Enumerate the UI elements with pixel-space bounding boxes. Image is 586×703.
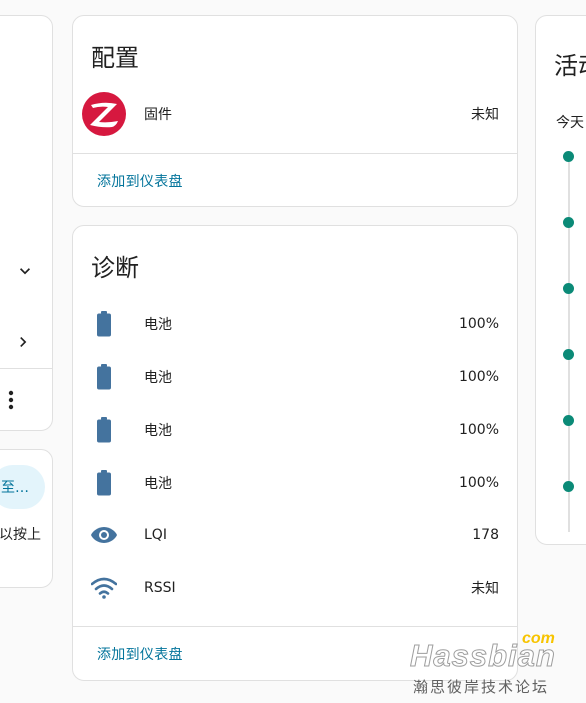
chevron-right-icon[interactable] <box>13 332 33 352</box>
device-info-card <box>0 15 53 431</box>
watermark: com Hassbian 瀚思彼岸技术论坛 <box>410 630 580 700</box>
battery-row[interactable]: 电池 100% <box>73 350 517 403</box>
more-vertical-icon[interactable] <box>7 389 15 411</box>
row-value: 178 <box>472 526 499 543</box>
card-divider <box>73 626 517 627</box>
card-divider <box>73 153 517 154</box>
lqi-row[interactable]: LQI 178 <box>73 508 517 561</box>
card-title: 配置 <box>91 44 139 72</box>
row-value: 100% <box>458 368 499 385</box>
watermark-brand: Hassbian <box>410 638 556 674</box>
row-value: 100% <box>458 315 499 332</box>
row-label: 电池 <box>144 316 172 333</box>
battery-icon <box>89 468 119 498</box>
battery-icon <box>89 309 119 339</box>
add-to-dashboard-link[interactable]: 添加到仪表盘 <box>97 644 183 664</box>
timeline-dot <box>563 349 574 360</box>
battery-row[interactable]: 电池 100% <box>73 297 517 350</box>
watermark-subtitle: 瀚思彼岸技术论坛 <box>413 678 550 696</box>
timeline-dot <box>563 151 574 162</box>
wifi-icon <box>89 573 119 603</box>
action-pill-label: 至… <box>1 480 29 496</box>
automation-card: 至… 以按上 <box>0 449 53 588</box>
battery-row[interactable]: 电池 100% <box>73 456 517 509</box>
row-value: 100% <box>458 421 499 438</box>
battery-icon <box>89 415 119 445</box>
battery-row[interactable]: 电池 100% <box>73 403 517 456</box>
firmware-row[interactable]: 固件 未知 <box>73 87 517 140</box>
row-label: 电池 <box>144 369 172 386</box>
row-label: 电池 <box>144 475 172 492</box>
config-card: 配置 固件 未知 添加到仪表盘 <box>72 15 518 207</box>
chevron-down-icon[interactable] <box>15 261 35 281</box>
row-value: 未知 <box>471 580 499 597</box>
row-label: 电池 <box>144 422 172 439</box>
battery-icon <box>89 362 119 392</box>
row-value: 未知 <box>471 106 499 123</box>
timeline-dot <box>563 283 574 294</box>
timeline-dot <box>563 217 574 228</box>
row-label: 固件 <box>144 106 172 123</box>
action-pill-button[interactable]: 至… <box>0 465 45 509</box>
timeline-dot <box>563 415 574 426</box>
card-text: 以按上 <box>0 527 41 543</box>
card-title: 活动 <box>554 52 586 80</box>
row-label: LQI <box>144 526 167 543</box>
activity-card: 活动 今天 <box>535 15 586 545</box>
add-to-dashboard-link[interactable]: 添加到仪表盘 <box>97 171 183 191</box>
row-label: RSSI <box>144 579 176 596</box>
diagnostics-card: 诊断 电池 100% 电池 100% 电池 100% 电池 100% LQI 1… <box>72 225 518 681</box>
timeline-dot <box>563 481 574 492</box>
eye-icon <box>89 520 119 550</box>
rssi-row[interactable]: RSSI 未知 <box>73 561 517 614</box>
today-label: 今天 <box>556 115 584 131</box>
zigbee-logo-icon <box>82 92 126 136</box>
row-value: 100% <box>458 474 499 491</box>
card-title: 诊断 <box>91 254 139 282</box>
card-divider <box>0 368 52 369</box>
